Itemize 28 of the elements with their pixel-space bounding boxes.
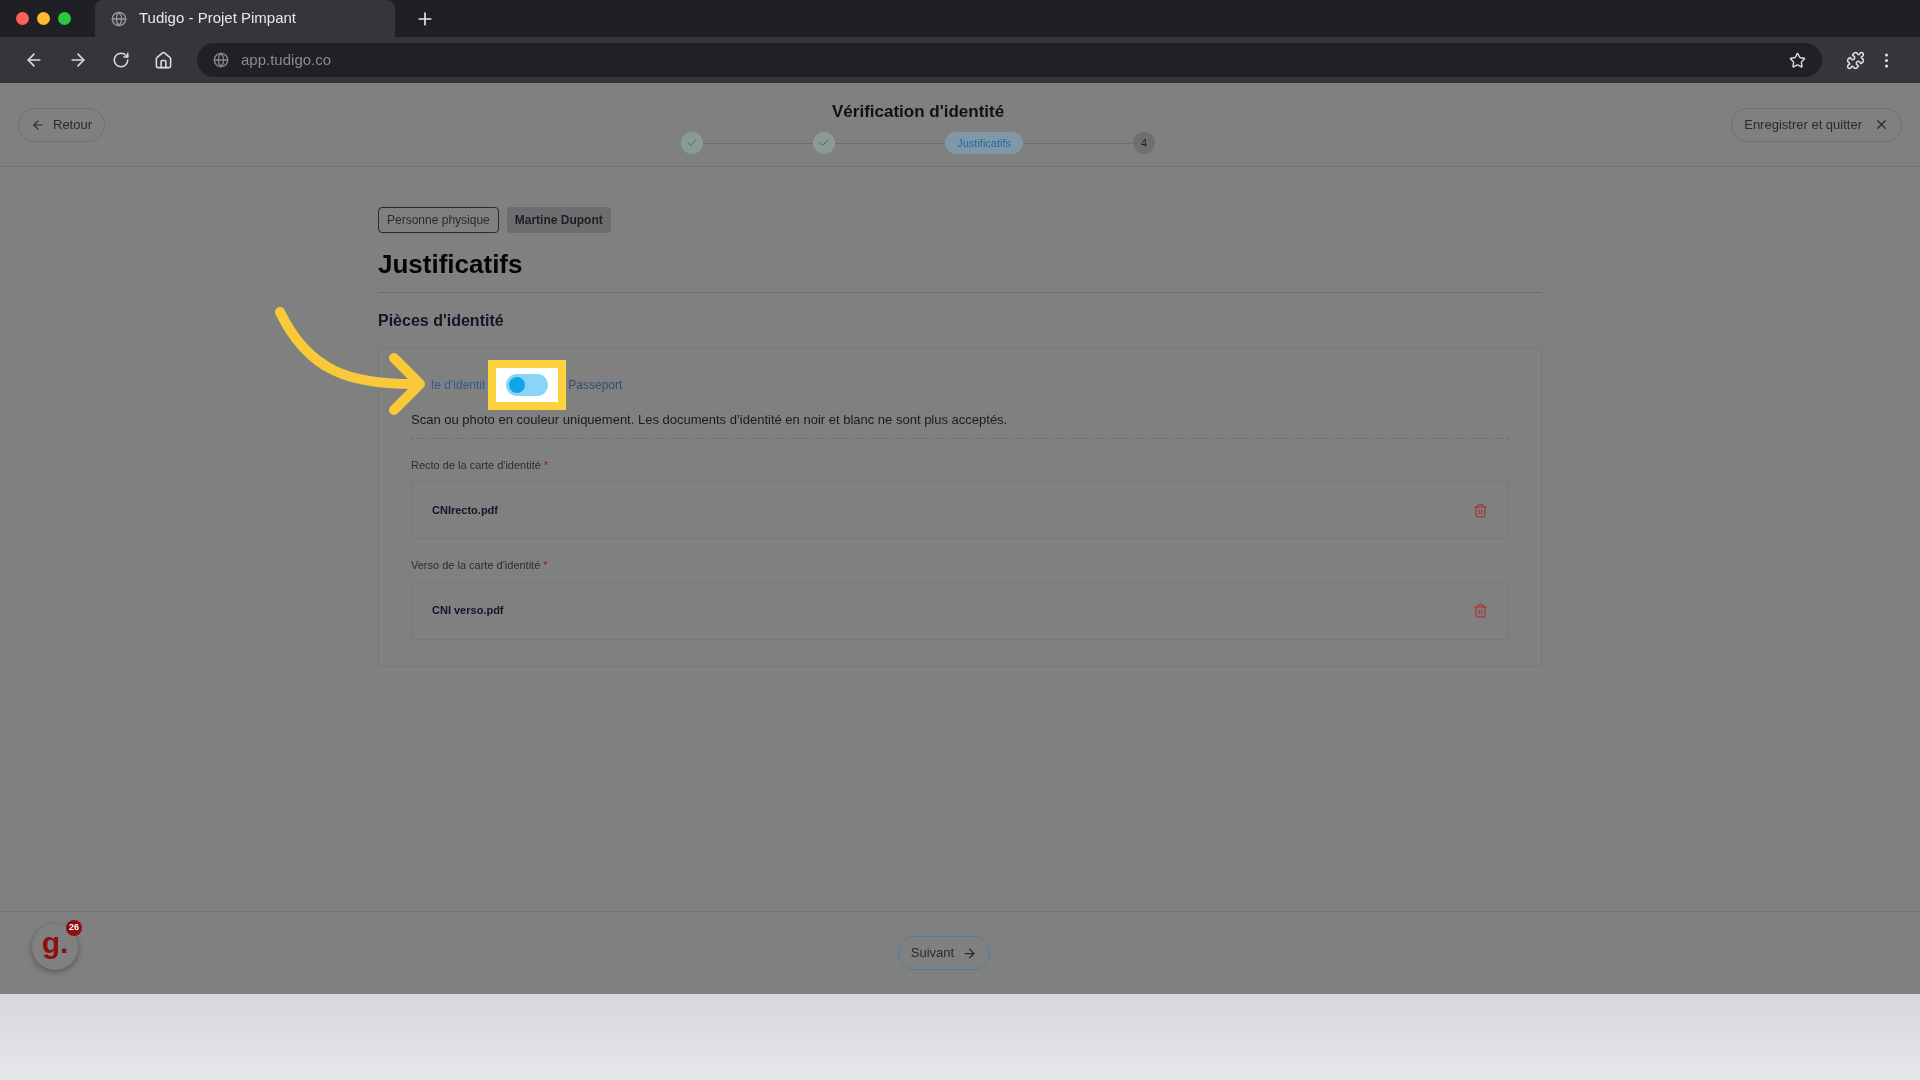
tag: Martine Dupont <box>506 207 611 233</box>
site-info-icon[interactable] <box>213 52 229 68</box>
close-window-icon[interactable] <box>16 12 29 25</box>
page-title: Vérification d'identité <box>832 100 1005 123</box>
step-number: 4 <box>1133 132 1155 155</box>
notice-text: Scan ou photo en couleur uniquement. Les documents d’identité en noir et blanc ne sont plus acceptés. <box>411 410 1509 439</box>
minimize-window-icon[interactable] <box>37 12 50 25</box>
field-label: Verso de la carte d'identité * <box>411 558 549 573</box>
maximize-window-icon[interactable] <box>58 12 71 25</box>
globe-icon <box>111 10 127 27</box>
toggle-switch[interactable] <box>506 374 549 396</box>
page-heading: Justificatifs <box>378 245 1542 293</box>
reload-icon[interactable] <box>112 51 130 69</box>
file-field[interactable]: CNIrecto.pdf <box>411 481 1509 539</box>
address-bar[interactable]: app.tudigo.co <box>197 43 1822 77</box>
home-icon[interactable] <box>154 50 173 70</box>
section-title: Pièces d'identité <box>378 311 505 331</box>
extensions-icon[interactable] <box>1846 50 1865 70</box>
tag: Personne physique <box>378 207 499 233</box>
next-button[interactable]: Suivant <box>897 936 991 970</box>
browser-tab[interactable]: Tudigo - Projet Pimpant <box>95 0 395 37</box>
file-field[interactable]: CNI verso.pdf <box>411 581 1509 640</box>
bookmark-icon[interactable] <box>1789 51 1806 69</box>
step-current: Justificatifs <box>945 132 1023 155</box>
arrow-right-icon <box>962 945 978 961</box>
notification-badge: 26 <box>66 920 82 936</box>
field-label: Recto de la carte d'identité * <box>411 457 550 473</box>
close-icon <box>1874 117 1889 132</box>
